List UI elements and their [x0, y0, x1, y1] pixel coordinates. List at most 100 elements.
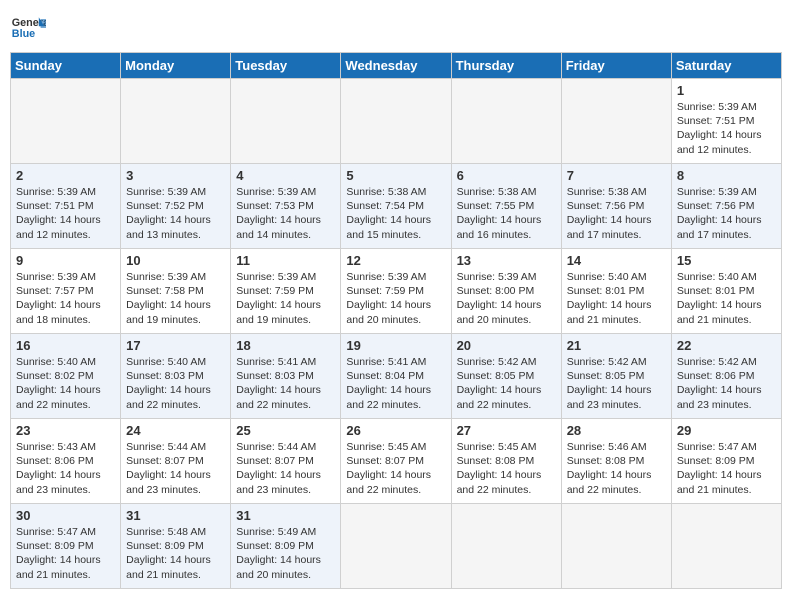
- day-number: 24: [126, 423, 225, 438]
- day-number: 15: [677, 253, 776, 268]
- day-info: Sunrise: 5:39 AMSunset: 7:58 PMDaylight:…: [126, 270, 225, 327]
- day-number: 14: [567, 253, 666, 268]
- day-cell: 5 Sunrise: 5:38 AMSunset: 7:54 PMDaylight…: [341, 164, 451, 249]
- day-number: 26: [346, 423, 445, 438]
- header-cell-wednesday: Wednesday: [341, 53, 451, 79]
- day-info: Sunrise: 5:39 AMSunset: 7:52 PMDaylight:…: [126, 185, 225, 242]
- header-cell-tuesday: Tuesday: [231, 53, 341, 79]
- day-cell: 22 Sunrise: 5:42 AMSunset: 8:06 PMDayligh…: [671, 334, 781, 419]
- header-cell-friday: Friday: [561, 53, 671, 79]
- day-info: Sunrise: 5:38 AMSunset: 7:56 PMDaylight:…: [567, 185, 666, 242]
- day-cell: 19Sunrise: 5:41 AMSunset: 8:04 PMDayligh…: [341, 334, 451, 419]
- day-number: 29: [677, 423, 776, 438]
- day-cell: 28Sunrise: 5:46 AMSunset: 8:08 PMDayligh…: [561, 419, 671, 504]
- day-cell: 10 Sunrise: 5:39 AMSunset: 7:58 PMDayligh…: [121, 249, 231, 334]
- calendar-week-row: 1Sunrise: 5:39 AMSunset: 7:51 PMDaylight…: [11, 79, 782, 164]
- day-info: Sunrise: 5:39 AMSunset: 7:57 PMDaylight:…: [16, 270, 115, 327]
- day-cell: [561, 504, 671, 589]
- day-number: 20: [457, 338, 556, 353]
- day-cell: 17Sunrise: 5:40 AMSunset: 8:03 PMDayligh…: [121, 334, 231, 419]
- page-header: General Blue: [10, 10, 782, 46]
- calendar-week-row: 16 Sunrise: 5:40 AMSunset: 8:02 PMDayligh…: [11, 334, 782, 419]
- day-cell: 11 Sunrise: 5:39 AMSunset: 7:59 PMDayligh…: [231, 249, 341, 334]
- day-info: Sunrise: 5:42 AMSunset: 8:06 PMDaylight:…: [677, 355, 776, 412]
- day-cell: 20 Sunrise: 5:42 AMSunset: 8:05 PMDayligh…: [451, 334, 561, 419]
- day-info: Sunrise: 5:44 AMSunset: 8:07 PMDaylight:…: [126, 440, 225, 497]
- day-cell: 26 Sunrise: 5:45 AMSunset: 8:07 PMDayligh…: [341, 419, 451, 504]
- logo: General Blue: [10, 10, 46, 46]
- day-number: 6: [457, 168, 556, 183]
- empty-cell: [231, 79, 341, 164]
- day-cell: 24 Sunrise: 5:44 AMSunset: 8:07 PMDayligh…: [121, 419, 231, 504]
- empty-cell: [341, 79, 451, 164]
- day-info: Sunrise: 5:45 AMSunset: 8:07 PMDaylight:…: [346, 440, 445, 497]
- day-number: 21: [567, 338, 666, 353]
- day-cell: 25Sunrise: 5:44 AMSunset: 8:07 PMDayligh…: [231, 419, 341, 504]
- day-info: Sunrise: 5:38 AMSunset: 7:54 PMDaylight:…: [346, 185, 445, 242]
- day-cell: 18 Sunrise: 5:41 AMSunset: 8:03 PMDayligh…: [231, 334, 341, 419]
- day-number: 31: [126, 508, 225, 523]
- day-number: 7: [567, 168, 666, 183]
- day-cell: 31 Sunrise: 5:48 AMSunset: 8:09 PMDayligh…: [121, 504, 231, 589]
- day-cell: 9 Sunrise: 5:39 AMSunset: 7:57 PMDaylight…: [11, 249, 121, 334]
- day-number: 10: [126, 253, 225, 268]
- day-cell: 15 Sunrise: 5:40 AMSunset: 8:01 PMDayligh…: [671, 249, 781, 334]
- day-info: Sunrise: 5:39 AMSunset: 8:00 PMDaylight:…: [457, 270, 556, 327]
- day-info: Sunrise: 5:48 AMSunset: 8:09 PMDaylight:…: [126, 525, 225, 582]
- day-number: 30: [16, 508, 115, 523]
- day-number: 9: [16, 253, 115, 268]
- day-info: Sunrise: 5:39 AMSunset: 7:51 PMDaylight:…: [677, 100, 776, 157]
- day-info: Sunrise: 5:47 AMSunset: 8:09 PMDaylight:…: [16, 525, 115, 582]
- day-number: 2: [16, 168, 115, 183]
- day-info: Sunrise: 5:40 AMSunset: 8:01 PMDaylight:…: [677, 270, 776, 327]
- day-info: Sunrise: 5:43 AMSunset: 8:06 PMDaylight:…: [16, 440, 115, 497]
- day-info: Sunrise: 5:41 AMSunset: 8:04 PMDaylight:…: [346, 355, 445, 412]
- header-cell-sunday: Sunday: [11, 53, 121, 79]
- day-cell: 12Sunrise: 5:39 AMSunset: 7:59 PMDayligh…: [341, 249, 451, 334]
- header-cell-thursday: Thursday: [451, 53, 561, 79]
- day-info: Sunrise: 5:42 AMSunset: 8:05 PMDaylight:…: [567, 355, 666, 412]
- day-number: 28: [567, 423, 666, 438]
- day-number: 11: [236, 253, 335, 268]
- day-info: Sunrise: 5:47 AMSunset: 8:09 PMDaylight:…: [677, 440, 776, 497]
- day-info: Sunrise: 5:42 AMSunset: 8:05 PMDaylight:…: [457, 355, 556, 412]
- day-number: 18: [236, 338, 335, 353]
- day-info: Sunrise: 5:49 AMSunset: 8:09 PMDaylight:…: [236, 525, 335, 582]
- day-cell: 3 Sunrise: 5:39 AMSunset: 7:52 PMDaylight…: [121, 164, 231, 249]
- calendar-week-row: 23 Sunrise: 5:43 AMSunset: 8:06 PMDayligh…: [11, 419, 782, 504]
- day-cell: 4Sunrise: 5:39 AMSunset: 7:53 PMDaylight…: [231, 164, 341, 249]
- day-info: Sunrise: 5:41 AMSunset: 8:03 PMDaylight:…: [236, 355, 335, 412]
- calendar-week-row: 30 Sunrise: 5:47 AMSunset: 8:09 PMDayligh…: [11, 504, 782, 589]
- day-number: 3: [126, 168, 225, 183]
- empty-cell: [451, 79, 561, 164]
- day-info: Sunrise: 5:45 AMSunset: 8:08 PMDaylight:…: [457, 440, 556, 497]
- day-cell: 13Sunrise: 5:39 AMSunset: 8:00 PMDayligh…: [451, 249, 561, 334]
- day-info: Sunrise: 5:40 AMSunset: 8:03 PMDaylight:…: [126, 355, 225, 412]
- day-cell: 8Sunrise: 5:39 AMSunset: 7:56 PMDaylight…: [671, 164, 781, 249]
- day-info: Sunrise: 5:39 AMSunset: 7:59 PMDaylight:…: [346, 270, 445, 327]
- day-cell: [671, 504, 781, 589]
- day-info: Sunrise: 5:40 AMSunset: 8:02 PMDaylight:…: [16, 355, 115, 412]
- day-number: 16: [16, 338, 115, 353]
- day-cell: [451, 504, 561, 589]
- day-number: 23: [16, 423, 115, 438]
- day-cell: [341, 504, 451, 589]
- logo-icon: General Blue: [10, 10, 46, 46]
- day-cell: 14Sunrise: 5:40 AMSunset: 8:01 PMDayligh…: [561, 249, 671, 334]
- day-info: Sunrise: 5:39 AMSunset: 7:59 PMDaylight:…: [236, 270, 335, 327]
- svg-text:Blue: Blue: [12, 28, 35, 40]
- calendar-table: SundayMondayTuesdayWednesdayThursdayFrid…: [10, 52, 782, 589]
- day-cell: 21 Sunrise: 5:42 AMSunset: 8:05 PMDayligh…: [561, 334, 671, 419]
- day-number: 8: [677, 168, 776, 183]
- day-info: Sunrise: 5:39 AMSunset: 7:53 PMDaylight:…: [236, 185, 335, 242]
- day-info: Sunrise: 5:39 AMSunset: 7:51 PMDaylight:…: [16, 185, 115, 242]
- day-cell: 6Sunrise: 5:38 AMSunset: 7:55 PMDaylight…: [451, 164, 561, 249]
- day-number: 22: [677, 338, 776, 353]
- day-cell: 29 Sunrise: 5:47 AMSunset: 8:09 PMDayligh…: [671, 419, 781, 504]
- calendar-week-row: 2 Sunrise: 5:39 AMSunset: 7:51 PMDaylight…: [11, 164, 782, 249]
- header-cell-saturday: Saturday: [671, 53, 781, 79]
- day-cell: 27Sunrise: 5:45 AMSunset: 8:08 PMDayligh…: [451, 419, 561, 504]
- day-number: 31: [236, 508, 335, 523]
- day-number: 5: [346, 168, 445, 183]
- day-cell: 31 Sunrise: 5:49 AMSunset: 8:09 PMDayligh…: [231, 504, 341, 589]
